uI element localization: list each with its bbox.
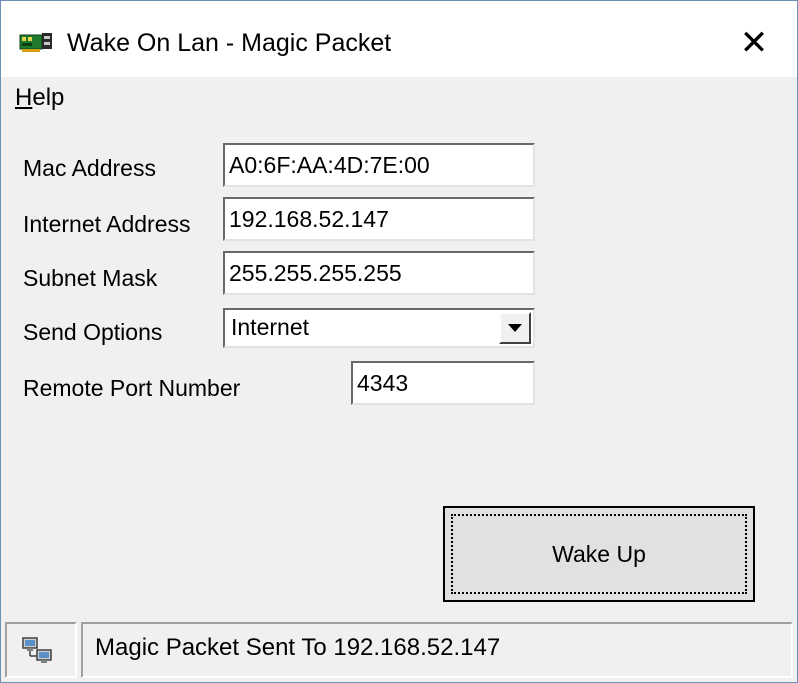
- network-card-icon: [19, 33, 52, 52]
- menu-item-help[interactable]: Help: [15, 84, 64, 112]
- wake-up-label: Wake Up: [552, 540, 646, 567]
- remote-port-input[interactable]: [351, 361, 535, 405]
- menu-bar: [1, 77, 797, 121]
- send-options-select[interactable]: Internet: [223, 308, 535, 348]
- status-text-cell: Magic Packet Sent To 192.168.52.147: [81, 622, 793, 678]
- send-options-label: Send Options: [23, 319, 163, 345]
- window-title: Wake On Lan - Magic Packet: [67, 29, 392, 57]
- subnet-mask-input[interactable]: [223, 251, 535, 295]
- close-button[interactable]: ✕: [719, 15, 789, 71]
- internet-address-input[interactable]: [223, 197, 535, 241]
- chevron-down-icon: [508, 324, 522, 332]
- wake-up-button[interactable]: Wake Up: [443, 506, 755, 602]
- help-accelerator: H: [15, 84, 33, 111]
- send-options-value: Internet: [231, 314, 309, 340]
- status-bar: Magic Packet Sent To 192.168.52.147: [1, 616, 797, 682]
- remote-port-label: Remote Port Number: [23, 375, 241, 401]
- internet-address-label: Internet Address: [23, 211, 191, 237]
- app-window: Wake On Lan - Magic Packet ✕ Help Mac Ad…: [0, 0, 798, 683]
- status-icon-cell: [5, 622, 77, 678]
- help-label-rest: elp: [32, 84, 65, 111]
- close-icon: ✕: [739, 24, 769, 62]
- mac-address-label: Mac Address: [23, 155, 156, 181]
- network-computers-icon: [22, 637, 52, 663]
- title-bar[interactable]: Wake On Lan - Magic Packet ✕: [1, 1, 797, 77]
- send-options-dropdown-button[interactable]: [499, 312, 531, 344]
- mac-address-input[interactable]: [223, 143, 535, 187]
- status-message: Magic Packet Sent To 192.168.52.147: [95, 634, 501, 661]
- subnet-mask-label: Subnet Mask: [23, 265, 158, 291]
